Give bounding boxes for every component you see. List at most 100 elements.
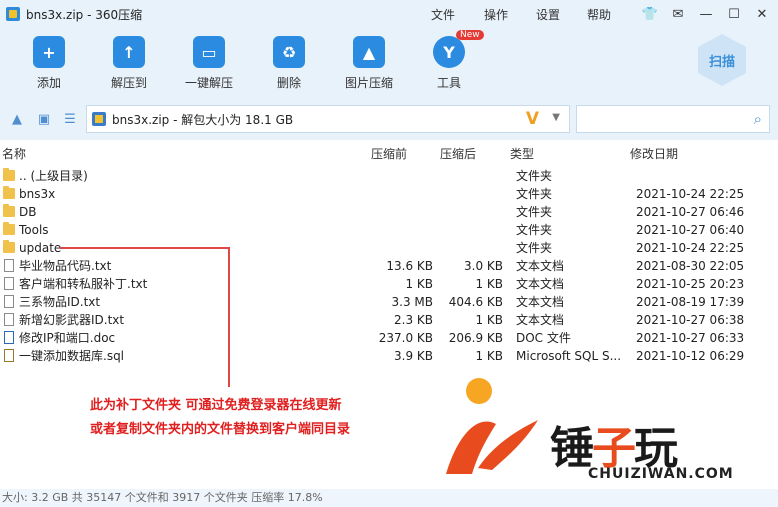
cell-uncompressed: 1 KB (475, 313, 503, 327)
column-type[interactable]: 类型 (510, 145, 534, 162)
table-row[interactable]: DB 文件夹 2021-10-27 06:46 (0, 203, 778, 221)
cell-type: Microsoft SQL S... (516, 349, 622, 363)
cell-name: .. (上级目录) (19, 169, 88, 183)
cell-uncompressed: 3.0 KB (464, 259, 503, 273)
column-compressed[interactable]: 压缩前 (371, 145, 407, 162)
column-name[interactable]: 名称 (2, 145, 26, 162)
cell-modified: 2021-10-27 06:33 (636, 331, 745, 345)
table-row[interactable]: 三系物品ID.txt 3.3 MB 404.6 KB 文本文档 2021-08-19 1… (0, 293, 778, 311)
cell-name: Tools (19, 223, 49, 237)
table-row[interactable]: 毕业物品代码.txt 13.6 KB 3.0 KB 文本文档 2021-08-30 22… (0, 257, 778, 275)
cell-name: 毕业物品代码.txt (19, 259, 112, 273)
view-thumbnail-icon[interactable]: ▣ (36, 111, 52, 127)
add-icon: + (33, 36, 65, 68)
menu-settings[interactable]: 设置 (536, 0, 560, 28)
cell-type: 文本文档 (516, 259, 565, 273)
scan-icon: 扫描 (698, 34, 746, 86)
feedback-icon[interactable]: ✉ (668, 4, 688, 24)
cell-name: 一键添加数据库.sql (19, 349, 125, 363)
path-field[interactable]: bns3x.zip - 解包大小为 18.1 GB V ▼ (86, 105, 570, 133)
tools-button[interactable]: Y New 工具 (414, 30, 484, 91)
v-logo-icon[interactable]: V (526, 109, 539, 129)
column-modified[interactable]: 修改日期 (630, 145, 678, 162)
chevron-down-icon[interactable]: ▼ (552, 112, 560, 123)
search-icon[interactable]: ⌕ (754, 110, 762, 128)
menu-file[interactable]: 文件 (431, 0, 455, 28)
cell-type: 文件夹 (516, 187, 553, 201)
menu-operation[interactable]: 操作 (484, 0, 508, 28)
cell-uncompressed: 404.6 KB (448, 295, 503, 309)
cell-name: 三系物品ID.txt (19, 295, 101, 309)
up-arrow-icon[interactable]: ▲ (9, 111, 25, 127)
tools-icon: Y (433, 36, 465, 68)
cell-modified: 2021-08-30 22:05 (636, 259, 745, 273)
file-icon (4, 331, 14, 344)
view-list-icon[interactable]: ☰ (62, 111, 78, 127)
minimize-icon[interactable]: — (696, 4, 716, 24)
add-button[interactable]: + 添加 (14, 36, 84, 91)
cell-uncompressed: 1 KB (475, 349, 503, 363)
trash-icon: ♻ (273, 36, 305, 68)
cell-modified: 2021-08-19 17:39 (636, 295, 745, 309)
cell-name: 客户端和转私服补丁.txt (19, 277, 148, 291)
image-compress-button[interactable]: ▲ 图片压缩 (334, 36, 404, 91)
zip-file-icon (92, 112, 106, 126)
cell-type: 文本文档 (516, 295, 565, 309)
cell-modified: 2021-10-12 06:29 (636, 349, 745, 363)
table-row[interactable]: .. (上级目录) 文件夹 (0, 167, 778, 185)
close-icon[interactable]: ✕ (752, 4, 772, 24)
table-row[interactable]: 新增幻影武器ID.txt 2.3 KB 1 KB 文本文档 2021-10-27 06:… (0, 311, 778, 329)
cell-name: DB (19, 205, 37, 219)
file-icon (4, 259, 14, 272)
cell-modified: 2021-10-24 22:25 (636, 241, 745, 255)
search-input[interactable]: ⌕ (576, 105, 770, 133)
window-title: bns3x.zip - 360压缩 (26, 7, 143, 22)
file-icon (4, 313, 14, 326)
cell-type: 文件夹 (516, 223, 553, 237)
cell-modified: 2021-10-24 22:25 (636, 187, 745, 201)
table-row[interactable]: Tools 文件夹 2021-10-27 06:40 (0, 221, 778, 239)
cell-type: 文件夹 (516, 169, 553, 183)
annotation-text-1: 此为补丁文件夹 可通过免费登录器在线更新 (90, 398, 342, 413)
maximize-icon[interactable]: ☐ (724, 4, 744, 24)
one-click-extract-button[interactable]: ▭ 一键解压 (174, 36, 244, 91)
menu-help[interactable]: 帮助 (587, 0, 611, 28)
delete-button[interactable]: ♻ 删除 (254, 36, 324, 91)
column-uncompressed[interactable]: 压缩后 (440, 145, 476, 162)
scan-button[interactable]: 扫描 (698, 34, 750, 90)
status-bar: 大小: 3.2 GB 共 35147 个文件和 3917 个文件夹 压缩率 17… (0, 489, 778, 507)
skin-icon[interactable]: 👕 (640, 4, 660, 24)
folder-icon (3, 222, 15, 235)
window-controls: 👕 ✉ — ☐ ✕ (640, 4, 772, 24)
one-click-extract-icon: ▭ (193, 36, 225, 68)
table-row[interactable]: bns3x 文件夹 2021-10-24 22:25 (0, 185, 778, 203)
folder-icon (3, 168, 15, 181)
cell-type: 文件夹 (516, 241, 553, 255)
cell-name: 新增幻影武器ID.txt (19, 313, 125, 327)
file-icon (4, 349, 14, 362)
table-row[interactable]: 一键添加数据库.sql 3.9 KB 1 KB Microsoft SQL S... 2… (0, 347, 778, 365)
table-row[interactable]: 客户端和转私服补丁.txt 1 KB 1 KB 文本文档 2021-10-25 20:2… (0, 275, 778, 293)
watermark-logo-icon (446, 420, 538, 474)
folder-icon (3, 240, 15, 253)
annotation-text-2: 或者复制文件夹内的文件替换到客户端同目录 (90, 422, 351, 437)
cell-name: bns3x (19, 187, 56, 201)
watermark-site: CHUIZIWAN.COM (588, 466, 734, 482)
cell-type: 文本文档 (516, 277, 565, 291)
file-icon (4, 277, 14, 290)
watermark-dot (466, 378, 492, 404)
cell-type: DOC 文件 (516, 331, 571, 345)
list-header: 名称 压缩前 压缩后 类型 修改日期 (0, 140, 778, 166)
cell-modified: 2021-10-25 20:23 (636, 277, 745, 291)
cell-modified: 2021-10-27 06:40 (636, 223, 745, 237)
extract-to-button[interactable]: ↑ 解压到 (94, 36, 164, 91)
folder-icon (3, 186, 15, 199)
cell-modified: 2021-10-27 06:38 (636, 313, 745, 327)
table-row[interactable]: 修改IP和端口.doc 237.0 KB 206.9 KB DOC 文件 2021-10… (0, 329, 778, 347)
file-icon (4, 295, 14, 308)
annotation-line (60, 247, 230, 249)
extract-icon: ↑ (113, 36, 145, 68)
cell-name: update (19, 241, 62, 255)
cell-modified: 2021-10-27 06:46 (636, 205, 745, 219)
cell-name: 修改IP和端口.doc (19, 331, 116, 345)
